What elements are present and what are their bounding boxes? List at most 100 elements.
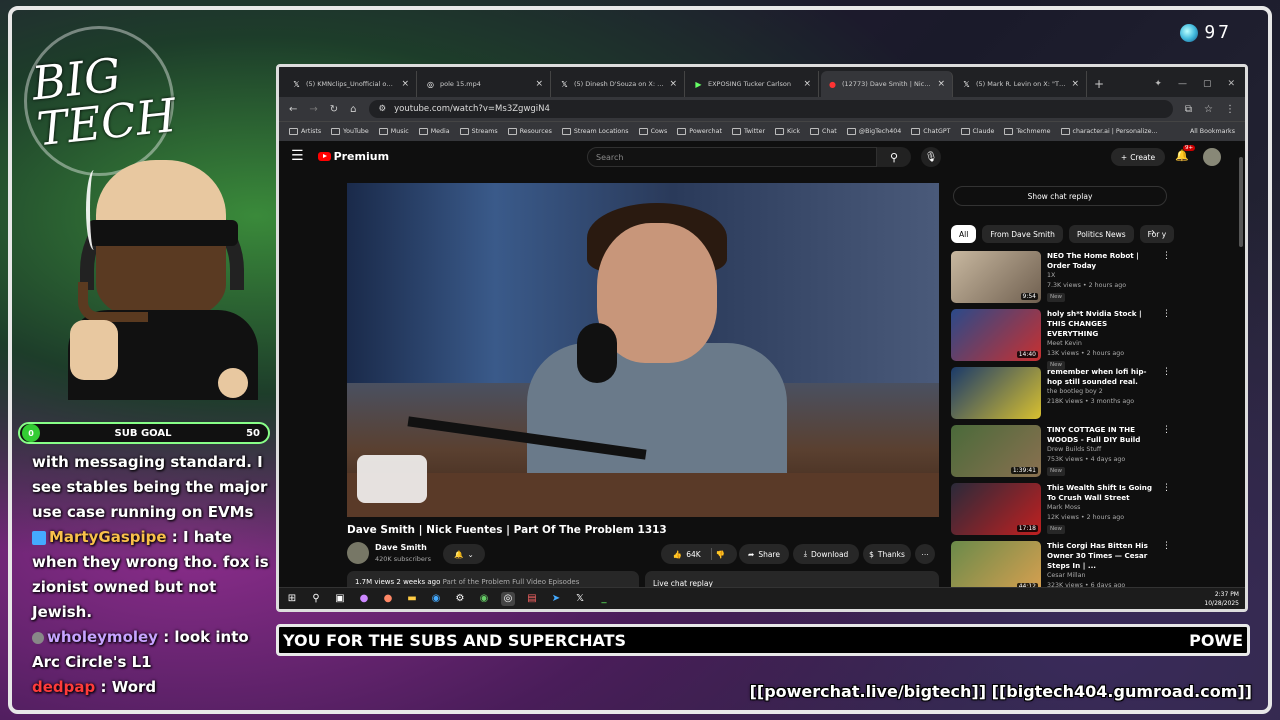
extension-icon[interactable]: ⧉ xyxy=(1185,104,1192,115)
bookmark-item[interactable]: Powerchat xyxy=(677,128,722,135)
thumbs-down-icon[interactable]: 👎 xyxy=(716,550,725,559)
maximize-icon[interactable]: ▢ xyxy=(1203,79,1212,89)
bookmark-item[interactable]: Media xyxy=(418,128,450,135)
video-title[interactable]: remember when lofi hip-hop still sounded… xyxy=(1047,367,1171,387)
bookmark-item[interactable]: ChatGPT xyxy=(911,128,951,135)
video-title[interactable]: TINY COTTAGE IN THE WOODS - Full DIY Bui… xyxy=(1047,425,1171,445)
video-thumbnail[interactable]: 44:12 xyxy=(951,541,1041,593)
home-icon[interactable]: ⌂ xyxy=(350,104,356,115)
app-icon[interactable]: ▤ xyxy=(525,592,539,606)
channel-avatar[interactable] xyxy=(347,542,369,564)
bookmark-item[interactable]: Stream Locations xyxy=(561,128,629,135)
video-thumbnail[interactable]: 14:40 xyxy=(951,309,1041,361)
browser-tab[interactable]: 𝕏 (5) Mark R. Levin on X: "There th × xyxy=(955,71,1087,97)
chip-for-you[interactable]: For y xyxy=(1139,225,1175,243)
bookmark-item[interactable]: character.ai | Personalize... xyxy=(1060,128,1158,135)
video-channel[interactable]: Meet Kevin xyxy=(1047,339,1171,349)
more-options-icon[interactable]: ⋮ xyxy=(1162,425,1171,435)
video-title[interactable]: This Corgi Has Bitten His Owner 30 Times… xyxy=(1047,541,1171,571)
close-window-icon[interactable]: ✕ xyxy=(1227,79,1235,89)
close-icon[interactable]: × xyxy=(1071,79,1079,89)
more-options-icon[interactable]: ⋮ xyxy=(1162,251,1171,261)
hamburger-menu-icon[interactable]: ☰ xyxy=(291,148,304,164)
bookmark-item[interactable]: Streams xyxy=(459,128,498,135)
channel-name[interactable]: Dave Smith xyxy=(375,543,427,552)
url-field[interactable]: ⚙ youtube.com/watch?v=Ms3ZgwgiN4 xyxy=(368,100,1173,118)
video-channel[interactable]: 1X xyxy=(1047,271,1171,281)
all-bookmarks[interactable]: All Bookmarks xyxy=(1190,128,1235,135)
app-icon[interactable]: ● xyxy=(381,592,395,606)
playlist-link[interactable]: Part of the Problem Full Video Episodes xyxy=(443,578,580,586)
steam-icon[interactable]: ⚙ xyxy=(453,592,467,606)
video-title[interactable]: holy sh*t Nvidia Stock | THIS CHANGES EV… xyxy=(1047,309,1171,339)
close-icon[interactable]: × xyxy=(803,79,811,89)
video-channel[interactable]: Mark Moss xyxy=(1047,503,1171,513)
back-icon[interactable]: ← xyxy=(289,104,297,115)
reload-icon[interactable]: ↻ xyxy=(330,104,338,115)
edge-icon[interactable]: ◉ xyxy=(429,592,443,606)
bookmark-item[interactable]: Cows xyxy=(638,128,667,135)
clock[interactable]: 2:37 PM 10/28/2025 xyxy=(1204,590,1239,608)
recommended-video[interactable]: 1:39:41 TINY COTTAGE IN THE WOODS - Full … xyxy=(951,425,1171,483)
show-chat-replay-button[interactable]: Show chat replay xyxy=(953,186,1167,206)
chip-from-dave-smith[interactable]: From Dave Smith xyxy=(982,225,1063,243)
browser-tab[interactable]: 𝕏 (5) Dinesh D'Souza on X: "I'm po × xyxy=(553,71,685,97)
video-player[interactable] xyxy=(347,183,939,517)
terminal-icon[interactable]: _ xyxy=(597,592,611,606)
browser-tab-active[interactable]: ● (12773) Dave Smith | Nick Fu × xyxy=(821,71,953,97)
forward-icon[interactable]: → xyxy=(309,104,317,115)
search-icon[interactable]: ⚲ xyxy=(309,592,323,606)
recommended-video[interactable]: 14:40 holy sh*t Nvidia Stock | THIS CHANG… xyxy=(951,309,1171,370)
more-options-icon[interactable]: ⋮ xyxy=(1162,483,1171,493)
close-icon[interactable]: × xyxy=(669,79,677,89)
download-button[interactable]: ⤓ Download xyxy=(793,544,859,564)
thanks-button[interactable]: $ Thanks xyxy=(863,544,911,564)
recommended-video[interactable]: remember when lofi hip-hop still sounded… xyxy=(951,367,1171,425)
video-title[interactable]: NEO The Home Robot | Order Today xyxy=(1047,251,1171,271)
app-icon[interactable]: ● xyxy=(357,592,371,606)
bookmark-item[interactable]: Kick xyxy=(775,128,800,135)
recommended-video[interactable]: 17:18 This Wealth Shift Is Going To Crush… xyxy=(951,483,1171,541)
youtube-logo[interactable]: Premium xyxy=(317,150,389,163)
bookmark-item[interactable]: Music xyxy=(378,128,409,135)
search-button[interactable]: ⚲ xyxy=(877,147,911,167)
video-title[interactable]: This Wealth Shift Is Going To Crush Wall… xyxy=(1047,483,1171,503)
video-thumbnail[interactable] xyxy=(951,367,1041,419)
share-button[interactable]: ➦ Share xyxy=(739,544,789,564)
star-icon[interactable]: ☆ xyxy=(1204,104,1213,115)
x-app-icon[interactable]: 𝕏 xyxy=(573,592,587,606)
video-thumbnail[interactable]: 17:18 xyxy=(951,483,1041,535)
new-tab-button[interactable]: + xyxy=(1089,71,1109,97)
bookmark-item[interactable]: Artists xyxy=(289,128,321,135)
recommended-video[interactable]: 9:54 NEO The Home Robot | Order Today 1X 7.… xyxy=(951,251,1171,309)
more-options-icon[interactable]: ⋮ xyxy=(1162,541,1171,551)
menu-dots-icon[interactable]: ⋮ xyxy=(1225,104,1235,115)
search-input[interactable]: Search xyxy=(587,147,877,167)
task-view-icon[interactable]: ▣ xyxy=(333,592,347,606)
close-icon[interactable]: × xyxy=(937,79,945,89)
file-explorer-icon[interactable]: ▬ xyxy=(405,592,419,606)
more-actions-icon[interactable]: ⋯ xyxy=(915,544,935,564)
bookmark-item[interactable]: @BigTech404 xyxy=(846,128,901,135)
bookmark-item[interactable]: Chat xyxy=(810,128,837,135)
windows-start-icon[interactable]: ⊞ xyxy=(285,592,299,606)
site-info-icon[interactable]: ⚙ xyxy=(379,104,387,114)
bookmark-item[interactable]: YouTube xyxy=(331,128,369,135)
bookmark-item[interactable]: Twitter xyxy=(731,128,765,135)
video-thumbnail[interactable]: 1:39:41 xyxy=(951,425,1041,477)
voice-search-icon[interactable]: 🎙 xyxy=(921,147,941,167)
browser-tab[interactable]: ▶ EXPOSING Tucker Carlson × xyxy=(687,71,819,97)
more-options-icon[interactable]: ⋮ xyxy=(1162,309,1171,319)
telegram-icon[interactable]: ➤ xyxy=(549,592,563,606)
bookmark-item[interactable]: Techmeme xyxy=(1004,128,1051,135)
chrome-icon[interactable]: ◉ xyxy=(477,592,491,606)
video-channel[interactable]: Drew Builds Stuff xyxy=(1047,445,1171,455)
chevron-right-icon[interactable]: › xyxy=(1151,227,1155,238)
subscribed-button[interactable]: 🔔 ⌄ xyxy=(443,544,485,564)
like-button[interactable]: 👍 64K 👎 xyxy=(661,544,737,564)
bookmark-item[interactable]: Claude xyxy=(960,128,994,135)
video-thumbnail[interactable]: 9:54 xyxy=(951,251,1041,303)
minimize-icon[interactable]: — xyxy=(1178,79,1187,89)
create-button[interactable]: + Create xyxy=(1111,148,1165,166)
browser-tab[interactable]: ◎ pole 15.mp4 × xyxy=(419,71,551,97)
